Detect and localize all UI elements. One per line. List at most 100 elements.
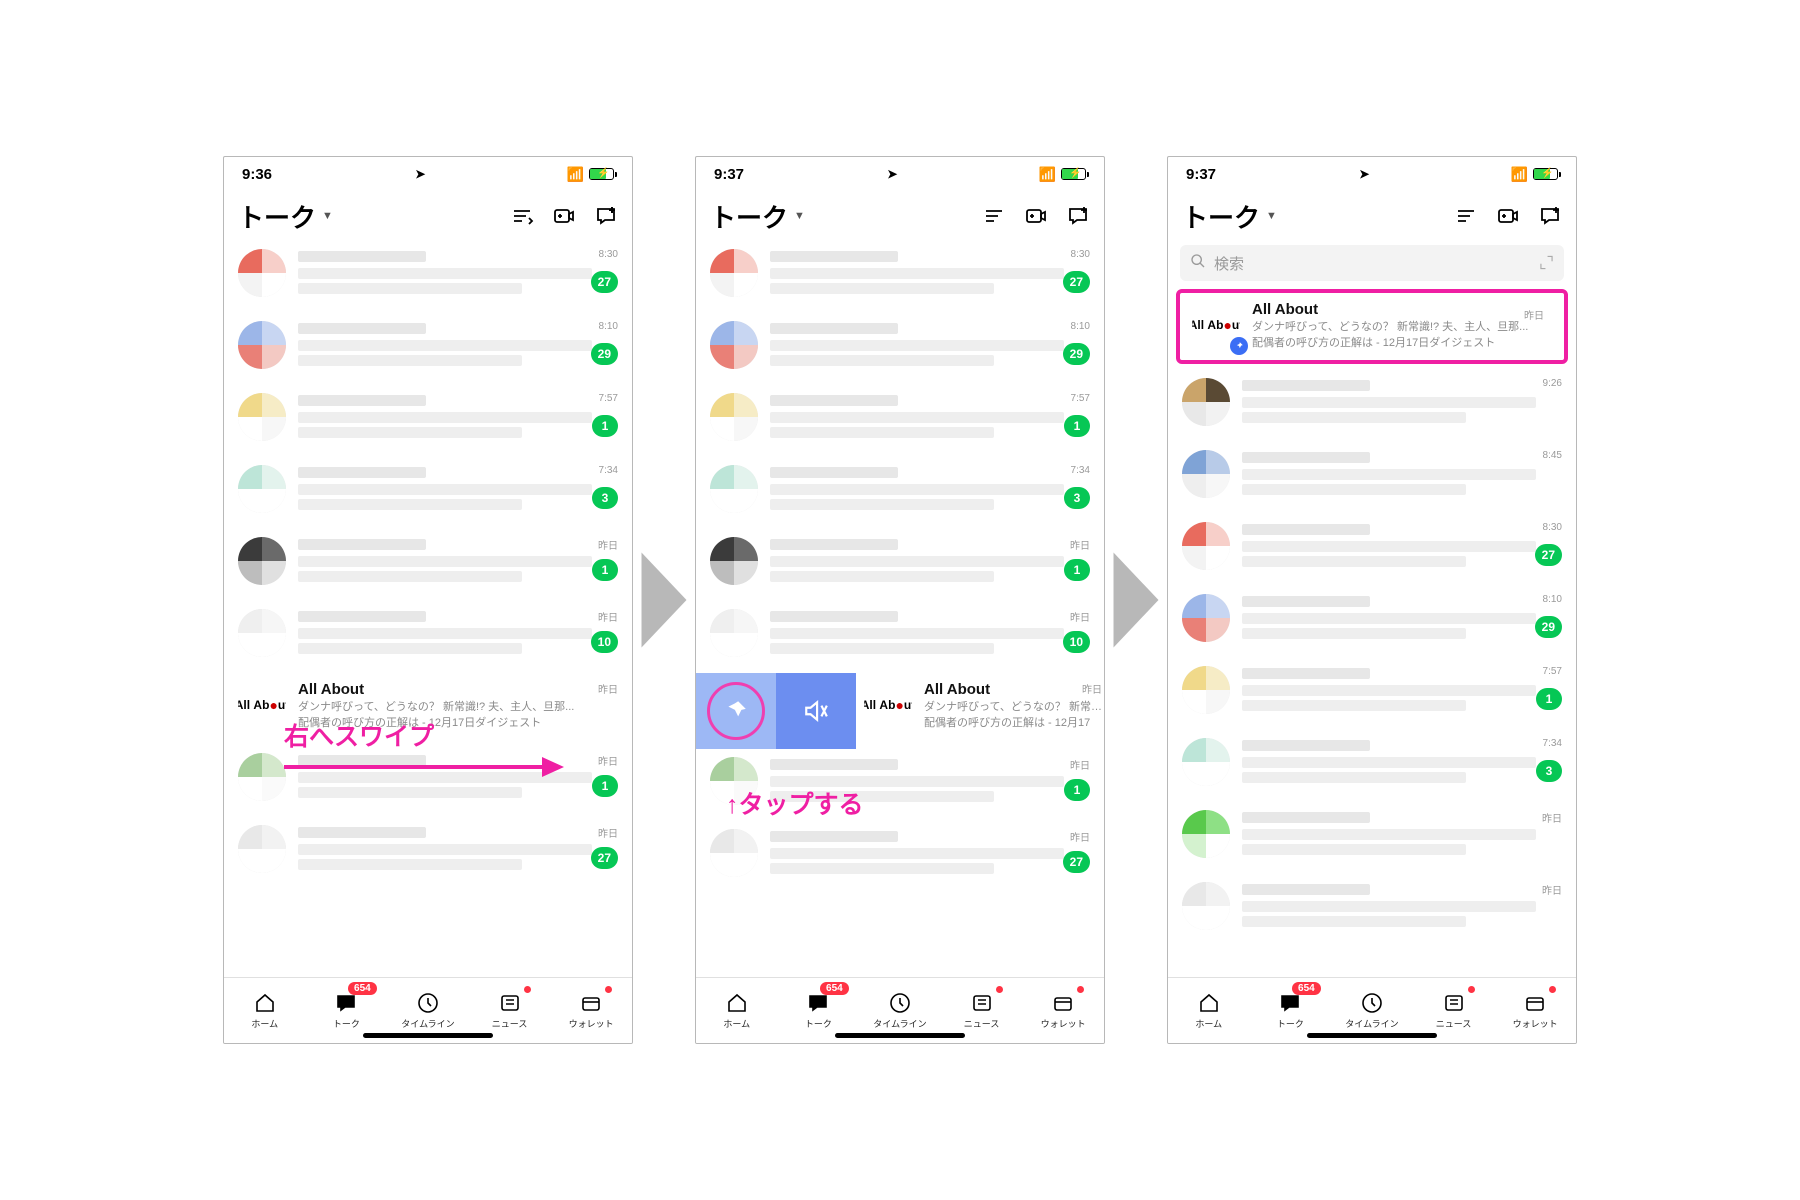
chat-list[interactable]: 8:30278:10297:5717:343昨日1昨日10All Ab●utAl… [696, 241, 1104, 977]
chat-row-pinned[interactable]: All Ab●ut All About ダンナ呼びって、どうなの？ 新常識!? … [1186, 299, 1558, 354]
chat-list[interactable]: 8:30278:10297:5717:343昨日1昨日10All Ab●utAl… [224, 241, 632, 977]
home-indicator[interactable] [835, 1033, 965, 1038]
tab-wallet[interactable]: ウォレット [1022, 978, 1104, 1043]
chat-row-swiped[interactable]: All Ab●utAll Aboutダンナ呼びって、どうなの？ 新常…配偶者の呼… [696, 673, 1104, 749]
chat-preview-2: 配偶者の呼び方の正解は - 12月17日ダイジェスト [1252, 336, 1552, 352]
chat-preview-blur [770, 355, 994, 366]
status-bar: 9:36 ➤ 📶 ⚡ [224, 157, 632, 191]
chat-title-blur [298, 755, 426, 766]
tab-home[interactable]: ホーム [1168, 978, 1250, 1043]
home-indicator[interactable] [1307, 1033, 1437, 1038]
video-add-icon[interactable] [1496, 204, 1520, 228]
chat-title: All About [1252, 301, 1552, 318]
tab-dot [605, 986, 612, 993]
chat-row[interactable]: 8:3027 [224, 241, 632, 313]
page-title[interactable]: トーク▼ [1182, 198, 1277, 235]
chat-row[interactable]: 昨日10 [696, 601, 1104, 673]
signal-icon: 📶 [1511, 166, 1527, 183]
chat-row[interactable]: 8:1029 [696, 313, 1104, 385]
chat-row[interactable]: 7:571 [696, 385, 1104, 457]
chat-time: 8:30 [1071, 249, 1090, 260]
unread-badge: 10 [591, 631, 618, 653]
new-chat-icon[interactable] [1066, 204, 1090, 228]
swipe-action-mute[interactable] [776, 673, 856, 749]
chat-row[interactable]: 昨日10 [224, 601, 632, 673]
chat-preview-blur [298, 787, 522, 798]
avatar [238, 321, 286, 369]
chat-row[interactable]: 昨日27 [696, 821, 1104, 893]
chat-time: 8:10 [1071, 321, 1090, 332]
chat-title: All About [298, 681, 618, 698]
chat-preview-blur [298, 283, 522, 294]
chat-row[interactable]: All Ab●utAll Aboutダンナ呼びって、どうなの？ 新常識!? 夫、… [224, 673, 632, 745]
video-add-icon[interactable] [1024, 204, 1048, 228]
chat-list[interactable]: 9:268:458:30278:10297:5717:343昨日昨日 [1168, 370, 1576, 977]
chat-time: 昨日 [1082, 681, 1102, 696]
chat-title-blur [1242, 524, 1370, 535]
tab-wallet[interactable]: ウォレット [1494, 978, 1576, 1043]
chat-preview-blur [770, 484, 1064, 495]
chat-row[interactable]: 昨日1 [696, 749, 1104, 821]
chat-time: 昨日 [1070, 609, 1090, 624]
battery-icon: ⚡ [589, 168, 614, 180]
tab-badge: 654 [1292, 982, 1321, 995]
unread-badge: 1 [592, 559, 618, 581]
sort-icon[interactable] [982, 204, 1006, 228]
chat-row[interactable]: 7:343 [696, 457, 1104, 529]
chat-preview-blur [1242, 901, 1536, 912]
chat-time: 7:57 [599, 393, 618, 404]
chat-title-blur [770, 395, 898, 406]
avatar [1182, 450, 1230, 498]
clock: 9:37 [714, 166, 744, 183]
tab-badge: 654 [348, 982, 377, 995]
chat-preview-blur [298, 643, 522, 654]
chat-row[interactable]: 8:45 [1168, 442, 1576, 514]
chat-row[interactable]: 8:1029 [224, 313, 632, 385]
search-input[interactable]: 検索 ⌞⌝ [1180, 245, 1564, 281]
chat-row[interactable]: All Ab●utAll Aboutダンナ呼びって、どうなの？ 新常…配偶者の呼… [856, 673, 1104, 749]
swipe-action-pin[interactable] [696, 673, 776, 749]
chat-time: 昨日 [1524, 307, 1544, 322]
new-chat-icon[interactable] [1538, 204, 1562, 228]
chat-row[interactable]: 9:26 [1168, 370, 1576, 442]
chat-row[interactable]: 8:1029 [1168, 586, 1576, 658]
video-add-icon[interactable] [552, 204, 576, 228]
screen-1: 9:36 ➤ 📶 ⚡ トーク▼ 8:30278:10297:5717:343昨日… [223, 156, 633, 1044]
chat-row[interactable]: 昨日1 [224, 745, 632, 817]
page-title[interactable]: トーク▼ [710, 198, 805, 235]
chat-preview-blur [1242, 916, 1466, 927]
home-indicator[interactable] [363, 1033, 493, 1038]
chat-preview-blur [1242, 685, 1536, 696]
chat-row[interactable]: 昨日1 [224, 529, 632, 601]
chat-preview-2: 配偶者の呼び方の正解は - 12月17 [924, 716, 1102, 732]
new-chat-icon[interactable] [594, 204, 618, 228]
chat-time: 8:30 [1543, 522, 1562, 533]
chat-row[interactable]: 7:343 [224, 457, 632, 529]
avatar [238, 465, 286, 513]
sort-icon[interactable] [510, 204, 534, 228]
tab-home[interactable]: ホーム [224, 978, 306, 1043]
unread-badge: 1 [1064, 415, 1090, 437]
tab-wallet[interactable]: ウォレット [550, 978, 632, 1043]
chat-row[interactable]: 昨日 [1168, 802, 1576, 874]
tab-home[interactable]: ホーム [696, 978, 778, 1043]
chat-row[interactable]: 7:571 [1168, 658, 1576, 730]
chat-row[interactable]: 8:3027 [696, 241, 1104, 313]
chat-row[interactable]: 昨日1 [696, 529, 1104, 601]
chat-row[interactable]: 7:343 [1168, 730, 1576, 802]
chat-row[interactable]: 昨日 [1168, 874, 1576, 946]
sort-icon[interactable] [1454, 204, 1478, 228]
unread-badge: 27 [591, 271, 618, 293]
scan-icon[interactable]: ⌞⌝ [1539, 253, 1554, 273]
chat-row[interactable]: 8:3027 [1168, 514, 1576, 586]
chat-preview-blur [770, 848, 1064, 859]
avatar [710, 537, 758, 585]
chat-title-blur [298, 539, 426, 550]
chat-title-blur [770, 467, 898, 478]
chat-time: 昨日 [1542, 882, 1562, 897]
chat-row[interactable]: 7:571 [224, 385, 632, 457]
chat-preview-blur [1242, 628, 1466, 639]
chat-preview-blur [770, 268, 1064, 279]
page-title[interactable]: トーク▼ [238, 198, 333, 235]
chat-row[interactable]: 昨日27 [224, 817, 632, 889]
